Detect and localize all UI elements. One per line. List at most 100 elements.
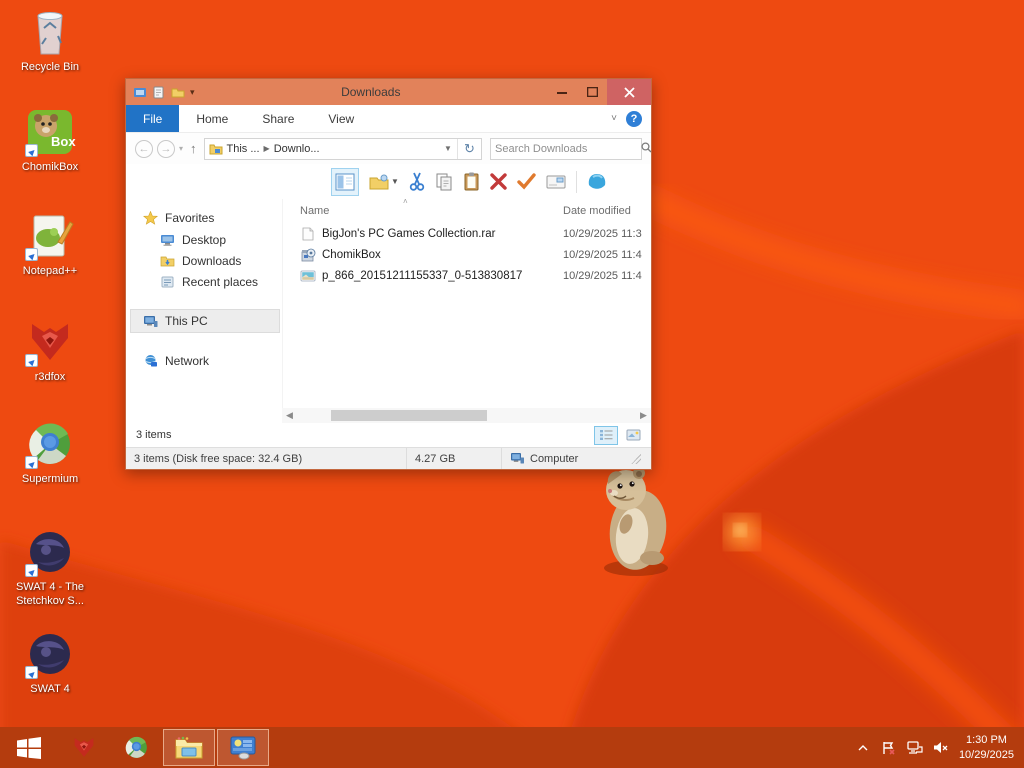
- scroll-right-icon[interactable]: ▶: [636, 410, 651, 421]
- clock-date: 10/29/2025: [958, 748, 1014, 761]
- taskbar-explorer-button[interactable]: [163, 729, 215, 766]
- tray-expand-icon[interactable]: [855, 741, 871, 755]
- archive-file-icon: [302, 227, 314, 240]
- file-name: p_866_20151211155337_0-513830817: [322, 269, 523, 282]
- hamster-mascot[interactable]: [592, 462, 682, 577]
- refresh-button[interactable]: ↻: [457, 138, 481, 159]
- qat-explorer-icon[interactable]: [133, 86, 147, 99]
- network-status-icon[interactable]: [907, 741, 923, 755]
- monitor-icon: [161, 234, 174, 246]
- column-header-date-modified[interactable]: Date modified: [563, 205, 651, 217]
- desktop-icon-swat4[interactable]: SWAT 4: [2, 630, 98, 697]
- search-input[interactable]: [491, 142, 641, 155]
- scrollbar-thumb[interactable]: [330, 410, 487, 421]
- downloads-folder-icon: [160, 256, 175, 266]
- mail-button[interactable]: [546, 168, 566, 196]
- tab-file[interactable]: File: [126, 105, 180, 132]
- forward-button[interactable]: →: [157, 139, 175, 158]
- desktop-icon-r3dfox[interactable]: r3dfox: [2, 318, 98, 385]
- nav-label: Favorites: [165, 211, 215, 225]
- desktop-icon-notepad-plus-plus[interactable]: Notepad++: [2, 212, 98, 279]
- r3dfox-icon: [24, 318, 76, 368]
- new-folder-button[interactable]: ▼: [369, 168, 399, 196]
- taskbar-app-button[interactable]: [217, 729, 269, 766]
- file-list: ˄ Name Date modified BigJon's PC Games C…: [282, 197, 651, 408]
- close-button[interactable]: [607, 79, 651, 105]
- action-center-flag-icon[interactable]: [881, 741, 897, 755]
- breadcrumb-this-pc[interactable]: This ...: [227, 143, 260, 155]
- desktop-icon-chomikbox[interactable]: Box ChomikBox: [2, 108, 98, 175]
- taskbar-supermium-button[interactable]: [110, 727, 162, 768]
- installer-file-icon: [301, 248, 316, 261]
- start-button[interactable]: [0, 727, 58, 768]
- delete-button[interactable]: [490, 168, 507, 196]
- breadcrumb[interactable]: This ... ▶ Downlo... ▼ ↻: [203, 137, 482, 160]
- copy-button[interactable]: [435, 168, 453, 196]
- cut-button[interactable]: [409, 168, 425, 196]
- nav-network[interactable]: Network: [126, 350, 282, 372]
- resize-grip[interactable]: [631, 453, 641, 464]
- paste-button[interactable]: [463, 168, 480, 196]
- file-row[interactable]: ChomikBox 10/29/2025 11:4: [283, 244, 651, 265]
- shell-button[interactable]: [587, 168, 607, 196]
- column-header-name[interactable]: Name: [283, 205, 563, 217]
- chomikbox-icon: Box: [24, 108, 76, 158]
- tab-share[interactable]: Share: [245, 105, 311, 132]
- breadcrumb-downloads[interactable]: Downlo...: [274, 143, 320, 155]
- svg-text:Box: Box: [51, 134, 76, 149]
- large-icons-view-button[interactable]: [621, 426, 645, 445]
- desktop-icon-swat4-stetchkov[interactable]: SWAT 4 - The Stetchkov S...: [2, 528, 98, 609]
- nav-downloads[interactable]: Downloads: [126, 250, 282, 271]
- preview-pane-button[interactable]: [331, 167, 359, 196]
- recent-places-icon: [161, 276, 174, 287]
- sort-ascending-icon: ˄: [403, 197, 408, 206]
- image-file-icon: [300, 270, 316, 281]
- nav-desktop[interactable]: Desktop: [126, 229, 282, 250]
- tab-view[interactable]: View: [311, 105, 371, 132]
- navigation-pane: Favorites Desktop Downloads Recent place…: [126, 199, 282, 408]
- nav-this-pc[interactable]: This PC: [130, 309, 280, 333]
- address-dropdown-icon[interactable]: ▼: [439, 144, 457, 153]
- shortcut-arrow-icon: [25, 248, 38, 261]
- help-button[interactable]: ?: [626, 110, 642, 127]
- file-row[interactable]: BigJon's PC Games Collection.rar 10/29/2…: [283, 223, 651, 244]
- ribbon-tabs: File Home Share View ˅ ?: [126, 105, 651, 133]
- title-bar[interactable]: ▾ Downloads: [126, 79, 651, 105]
- desktop-icon-recycle-bin[interactable]: Recycle Bin: [2, 8, 98, 75]
- nav-favorites[interactable]: Favorites: [126, 207, 282, 229]
- qat-properties-button[interactable]: [152, 86, 166, 99]
- shortcut-arrow-icon: [25, 354, 38, 367]
- check-button[interactable]: [517, 168, 536, 196]
- taskbar: 1:30 PM 10/29/2025: [0, 727, 1024, 768]
- qat-new-folder-button[interactable]: [171, 86, 185, 99]
- shortcut-arrow-icon: [25, 144, 38, 157]
- file-row[interactable]: p_866_20151211155337_0-513830817 10/29/2…: [283, 265, 651, 286]
- desktop-icon-supermium[interactable]: Supermium: [2, 420, 98, 487]
- tab-home[interactable]: Home: [179, 105, 245, 132]
- file-name: BigJon's PC Games Collection.rar: [322, 227, 496, 240]
- nav-label: Downloads: [182, 253, 242, 268]
- search-box[interactable]: [490, 137, 652, 160]
- file-date: 10/29/2025 11:4: [563, 248, 642, 261]
- star-icon: [143, 211, 158, 225]
- maximize-button[interactable]: [577, 79, 607, 105]
- history-dropdown-icon[interactable]: ▾: [179, 144, 183, 153]
- minimize-button[interactable]: [547, 79, 577, 105]
- clock[interactable]: 1:30 PM 10/29/2025: [959, 733, 1014, 762]
- ribbon-collapse-icon[interactable]: ˅: [611, 113, 617, 124]
- details-view-button[interactable]: [594, 425, 618, 445]
- back-button[interactable]: ←: [135, 139, 153, 158]
- swat4-icon: [24, 630, 76, 680]
- nav-label: Network: [165, 354, 210, 368]
- nav-recent-places[interactable]: Recent places: [126, 271, 282, 292]
- taskbar-r3dfox-button[interactable]: [58, 727, 110, 768]
- horizontal-scrollbar[interactable]: ◀ ▶: [282, 408, 651, 423]
- up-button[interactable]: ↑: [190, 141, 197, 156]
- file-date: 10/29/2025 11:4: [563, 269, 642, 282]
- crumb-separator-icon: ▶: [263, 144, 270, 153]
- scroll-left-icon[interactable]: ◀: [282, 410, 297, 421]
- volume-muted-icon[interactable]: [933, 741, 949, 755]
- new-folder-dropdown-icon[interactable]: ▼: [391, 177, 399, 186]
- nav-label: Desktop: [182, 232, 227, 247]
- status-size: 4.27 GB: [415, 452, 456, 465]
